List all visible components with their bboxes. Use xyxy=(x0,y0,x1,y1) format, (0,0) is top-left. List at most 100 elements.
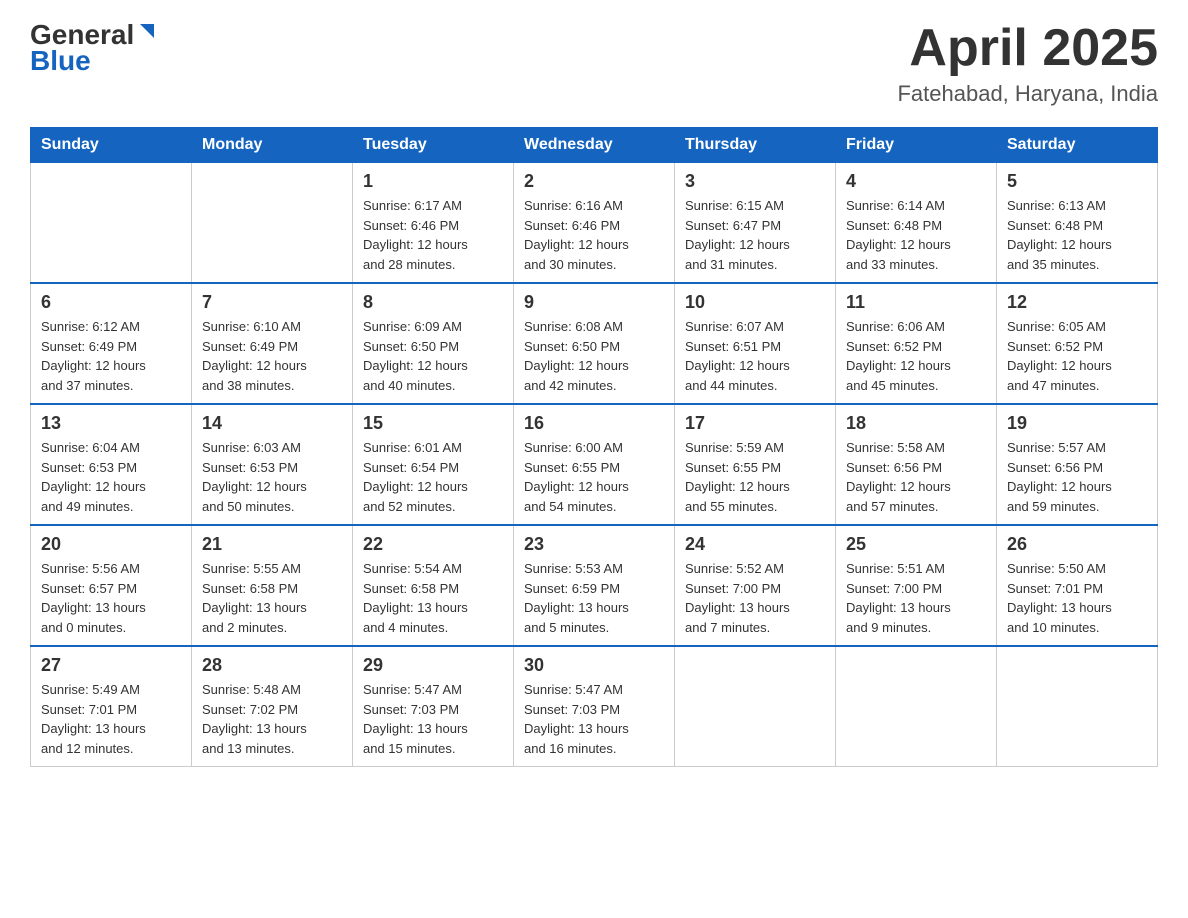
calendar-cell: 18Sunrise: 5:58 AMSunset: 6:56 PMDayligh… xyxy=(836,404,997,525)
day-info: Sunrise: 6:06 AMSunset: 6:52 PMDaylight:… xyxy=(846,317,986,395)
calendar-week-row: 13Sunrise: 6:04 AMSunset: 6:53 PMDayligh… xyxy=(31,404,1158,525)
day-info: Sunrise: 5:47 AMSunset: 7:03 PMDaylight:… xyxy=(524,680,664,758)
day-info: Sunrise: 6:04 AMSunset: 6:53 PMDaylight:… xyxy=(41,438,181,516)
day-info: Sunrise: 5:55 AMSunset: 6:58 PMDaylight:… xyxy=(202,559,342,637)
day-number: 25 xyxy=(846,534,986,555)
day-number: 3 xyxy=(685,171,825,192)
calendar-week-row: 27 Sunrise: 5:49 AMSunset: 7:01 PMDayligh… xyxy=(31,646,1158,767)
col-friday: Friday xyxy=(836,128,997,163)
calendar-cell: 17Sunrise: 5:59 AMSunset: 6:55 PMDayligh… xyxy=(675,404,836,525)
logo-triangle-icon xyxy=(136,20,158,42)
day-info: Sunrise: 5:52 AMSunset: 7:00 PMDaylight:… xyxy=(685,559,825,637)
calendar-cell: 21 Sunrise: 5:55 AMSunset: 6:58 PMDayligh… xyxy=(192,525,353,646)
day-number: 24 xyxy=(685,534,825,555)
day-number: 14 xyxy=(202,413,342,434)
day-info: Sunrise: 6:13 AMSunset: 6:48 PMDaylight:… xyxy=(1007,196,1147,274)
day-number: 5 xyxy=(1007,171,1147,192)
col-thursday: Thursday xyxy=(675,128,836,163)
day-number: 10 xyxy=(685,292,825,313)
calendar-cell: 3 Sunrise: 6:15 AMSunset: 6:47 PMDaylight… xyxy=(675,163,836,284)
day-info: Sunrise: 6:09 AMSunset: 6:50 PMDaylight:… xyxy=(363,317,503,395)
calendar-cell: 1 Sunrise: 6:17 AMSunset: 6:46 PMDaylight… xyxy=(353,163,514,284)
day-number: 27 xyxy=(41,655,181,676)
calendar-cell: 5 Sunrise: 6:13 AMSunset: 6:48 PMDaylight… xyxy=(997,163,1158,284)
day-info: Sunrise: 5:48 AMSunset: 7:02 PMDaylight:… xyxy=(202,680,342,758)
calendar-cell: 28 Sunrise: 5:48 AMSunset: 7:02 PMDayligh… xyxy=(192,646,353,767)
month-title: April 2025 xyxy=(897,20,1158,77)
calendar-week-row: 20Sunrise: 5:56 AMSunset: 6:57 PMDayligh… xyxy=(31,525,1158,646)
day-info: Sunrise: 6:07 AMSunset: 6:51 PMDaylight:… xyxy=(685,317,825,395)
day-info: Sunrise: 6:12 AMSunset: 6:49 PMDaylight:… xyxy=(41,317,181,395)
day-number: 8 xyxy=(363,292,503,313)
day-number: 17 xyxy=(685,413,825,434)
day-number: 22 xyxy=(363,534,503,555)
calendar-cell: 20Sunrise: 5:56 AMSunset: 6:57 PMDayligh… xyxy=(31,525,192,646)
day-info: Sunrise: 5:50 AMSunset: 7:01 PMDaylight:… xyxy=(1007,559,1147,637)
day-number: 28 xyxy=(202,655,342,676)
calendar-cell: 9 Sunrise: 6:08 AMSunset: 6:50 PMDaylight… xyxy=(514,283,675,404)
day-number: 1 xyxy=(363,171,503,192)
day-info: Sunrise: 5:54 AMSunset: 6:58 PMDaylight:… xyxy=(363,559,503,637)
day-info: Sunrise: 6:08 AMSunset: 6:50 PMDaylight:… xyxy=(524,317,664,395)
calendar-cell: 23Sunrise: 5:53 AMSunset: 6:59 PMDayligh… xyxy=(514,525,675,646)
day-number: 29 xyxy=(363,655,503,676)
day-info: Sunrise: 6:16 AMSunset: 6:46 PMDaylight:… xyxy=(524,196,664,274)
calendar-cell: 15 Sunrise: 6:01 AMSunset: 6:54 PMDayligh… xyxy=(353,404,514,525)
day-info: Sunrise: 5:51 AMSunset: 7:00 PMDaylight:… xyxy=(846,559,986,637)
logo-blue: Blue xyxy=(30,45,91,77)
day-info: Sunrise: 5:49 AMSunset: 7:01 PMDaylight:… xyxy=(41,680,181,758)
day-number: 2 xyxy=(524,171,664,192)
calendar-cell xyxy=(997,646,1158,767)
day-number: 19 xyxy=(1007,413,1147,434)
col-tuesday: Tuesday xyxy=(353,128,514,163)
calendar-cell: 12Sunrise: 6:05 AMSunset: 6:52 PMDayligh… xyxy=(997,283,1158,404)
day-info: Sunrise: 5:47 AMSunset: 7:03 PMDaylight:… xyxy=(363,680,503,758)
col-monday: Monday xyxy=(192,128,353,163)
day-number: 4 xyxy=(846,171,986,192)
day-info: Sunrise: 6:03 AMSunset: 6:53 PMDaylight:… xyxy=(202,438,342,516)
day-number: 21 xyxy=(202,534,342,555)
day-number: 16 xyxy=(524,413,664,434)
calendar-cell: 10 Sunrise: 6:07 AMSunset: 6:51 PMDayligh… xyxy=(675,283,836,404)
day-number: 30 xyxy=(524,655,664,676)
day-info: Sunrise: 6:17 AMSunset: 6:46 PMDaylight:… xyxy=(363,196,503,274)
calendar-cell xyxy=(192,163,353,284)
day-info: Sunrise: 6:15 AMSunset: 6:47 PMDaylight:… xyxy=(685,196,825,274)
calendar-cell: 13Sunrise: 6:04 AMSunset: 6:53 PMDayligh… xyxy=(31,404,192,525)
day-info: Sunrise: 6:14 AMSunset: 6:48 PMDaylight:… xyxy=(846,196,986,274)
calendar-cell xyxy=(836,646,997,767)
calendar-cell: 29 Sunrise: 5:47 AMSunset: 7:03 PMDayligh… xyxy=(353,646,514,767)
day-number: 26 xyxy=(1007,534,1147,555)
calendar-cell: 6 Sunrise: 6:12 AMSunset: 6:49 PMDaylight… xyxy=(31,283,192,404)
calendar-cell: 24 Sunrise: 5:52 AMSunset: 7:00 PMDayligh… xyxy=(675,525,836,646)
calendar-cell: 25 Sunrise: 5:51 AMSunset: 7:00 PMDayligh… xyxy=(836,525,997,646)
calendar-cell: 4 Sunrise: 6:14 AMSunset: 6:48 PMDaylight… xyxy=(836,163,997,284)
calendar-cell: 7Sunrise: 6:10 AMSunset: 6:49 PMDaylight… xyxy=(192,283,353,404)
calendar-table: Sunday Monday Tuesday Wednesday Thursday… xyxy=(30,127,1158,767)
day-info: Sunrise: 5:58 AMSunset: 6:56 PMDaylight:… xyxy=(846,438,986,516)
day-number: 15 xyxy=(363,413,503,434)
calendar-cell: 11Sunrise: 6:06 AMSunset: 6:52 PMDayligh… xyxy=(836,283,997,404)
day-number: 6 xyxy=(41,292,181,313)
calendar-week-row: 1 Sunrise: 6:17 AMSunset: 6:46 PMDaylight… xyxy=(31,163,1158,284)
calendar-cell: 2 Sunrise: 6:16 AMSunset: 6:46 PMDaylight… xyxy=(514,163,675,284)
page-header: General Blue April 2025 Fatehabad, Harya… xyxy=(30,20,1158,107)
day-info: Sunrise: 6:05 AMSunset: 6:52 PMDaylight:… xyxy=(1007,317,1147,395)
col-wednesday: Wednesday xyxy=(514,128,675,163)
location-title: Fatehabad, Haryana, India xyxy=(897,81,1158,107)
day-number: 9 xyxy=(524,292,664,313)
calendar-cell: 8 Sunrise: 6:09 AMSunset: 6:50 PMDaylight… xyxy=(353,283,514,404)
calendar-cell: 26 Sunrise: 5:50 AMSunset: 7:01 PMDayligh… xyxy=(997,525,1158,646)
calendar-cell xyxy=(31,163,192,284)
col-saturday: Saturday xyxy=(997,128,1158,163)
logo: General Blue xyxy=(30,20,158,77)
day-info: Sunrise: 6:10 AMSunset: 6:49 PMDaylight:… xyxy=(202,317,342,395)
title-area: April 2025 Fatehabad, Haryana, India xyxy=(897,20,1158,107)
calendar-cell: 30 Sunrise: 5:47 AMSunset: 7:03 PMDayligh… xyxy=(514,646,675,767)
day-info: Sunrise: 6:00 AMSunset: 6:55 PMDaylight:… xyxy=(524,438,664,516)
calendar-cell: 27 Sunrise: 5:49 AMSunset: 7:01 PMDayligh… xyxy=(31,646,192,767)
calendar-cell: 14 Sunrise: 6:03 AMSunset: 6:53 PMDayligh… xyxy=(192,404,353,525)
calendar-week-row: 6 Sunrise: 6:12 AMSunset: 6:49 PMDaylight… xyxy=(31,283,1158,404)
day-info: Sunrise: 5:57 AMSunset: 6:56 PMDaylight:… xyxy=(1007,438,1147,516)
day-info: Sunrise: 6:01 AMSunset: 6:54 PMDaylight:… xyxy=(363,438,503,516)
